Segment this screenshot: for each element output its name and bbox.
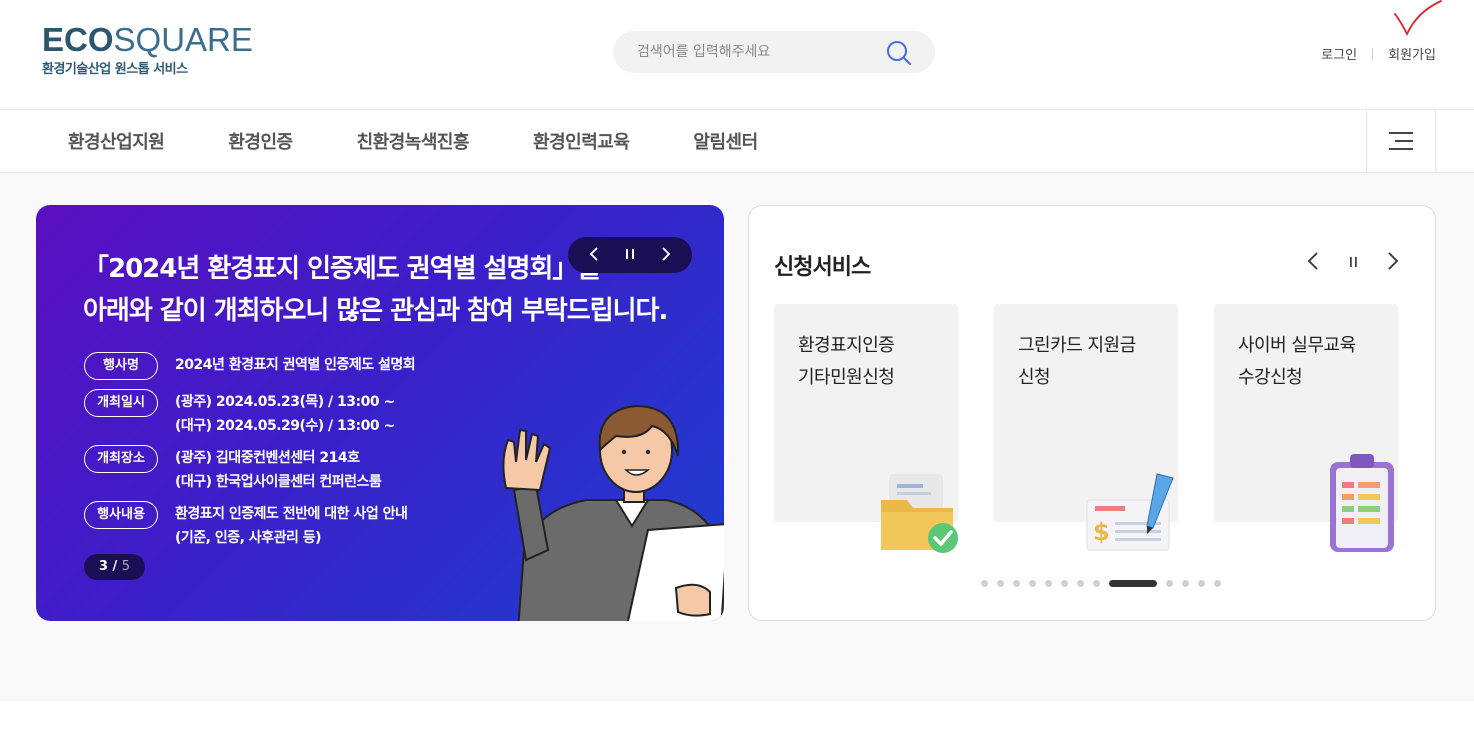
info-row-venue: 개최장소 (광주) 김대중컨벤션센터 214호 (대구) 한국업사이클센터 컨퍼… bbox=[84, 445, 382, 494]
hamburger-icon-bar bbox=[1395, 140, 1413, 142]
main-nav: 환경산업지원 환경인증 친환경녹색진흥 환경인력교육 알림센터 bbox=[0, 110, 1474, 173]
carousel-dot[interactable] bbox=[1093, 580, 1100, 587]
info-row-event-name: 행사명 2024년 환경표지 권역별 인증제도 설명회 bbox=[84, 352, 416, 380]
info-line: 2024년 환경표지 권역별 인증제도 설명회 bbox=[175, 357, 416, 373]
carousel-dot[interactable] bbox=[1029, 580, 1036, 587]
card-title-line: 그린카드 지원금 bbox=[1018, 335, 1136, 356]
pager-current: 3 bbox=[98, 559, 108, 574]
card-title: 그린카드 지원금 신청 bbox=[1018, 330, 1136, 394]
nav-item-green-promotion[interactable]: 친환경녹색진흥 bbox=[357, 128, 470, 154]
banner-title-line2: 아래와 같이 개최하오니 많은 관심과 참여 부탁드립니다. bbox=[83, 296, 668, 326]
check-pen-icon: $ bbox=[1086, 473, 1174, 551]
banner-pager: 3 / 5 bbox=[84, 554, 145, 580]
chevron-right-icon[interactable] bbox=[1373, 252, 1413, 275]
chevron-left-icon[interactable] bbox=[1293, 252, 1333, 275]
info-value: (광주) 2024.05.23(목) / 13:00 ~ (대구) 2024.0… bbox=[175, 390, 395, 438]
info-value: (광주) 김대중컨벤션센터 214호 (대구) 한국업사이클센터 컨퍼런스룸 bbox=[175, 446, 382, 494]
page-bottom bbox=[0, 701, 1474, 738]
application-service-panel: 신청서비스 환경표지인증 기타민원신청 그린카드 지원금 신청 사이버 실무교육… bbox=[748, 205, 1436, 621]
info-line: (광주) 김대중컨벤션센터 214호 bbox=[175, 450, 360, 466]
carousel-dot[interactable] bbox=[1182, 580, 1189, 587]
info-line: (광주) 2024.05.23(목) / 13:00 ~ bbox=[175, 394, 395, 410]
card-title-line: 기타민원신청 bbox=[798, 367, 895, 388]
panel-controls bbox=[1293, 252, 1413, 275]
svg-text:$: $ bbox=[1093, 518, 1110, 546]
carousel-dot[interactable] bbox=[981, 580, 988, 587]
search-bar bbox=[613, 31, 935, 73]
nav-item-industry-support[interactable]: 환경산업지원 bbox=[68, 128, 165, 154]
logo-wordmark: ECOSQUARE bbox=[42, 21, 253, 58]
carousel-dot[interactable] bbox=[1061, 580, 1068, 587]
signup-link[interactable]: 회원가입 bbox=[1388, 44, 1436, 63]
carousel-dots bbox=[981, 580, 1230, 587]
carousel-dot[interactable] bbox=[1109, 580, 1157, 587]
nav-item-certification[interactable]: 환경인증 bbox=[228, 128, 293, 154]
card-title-line: 환경표지인증 bbox=[798, 335, 895, 356]
pager-total: 5 bbox=[121, 559, 131, 574]
label-pill: 행사내용 bbox=[84, 501, 158, 529]
clipboard-icon bbox=[1330, 454, 1394, 552]
hamburger-icon-bar bbox=[1389, 148, 1413, 150]
carousel-dot[interactable] bbox=[1214, 580, 1221, 587]
nav-item-notice-center[interactable]: 알림센터 bbox=[693, 128, 758, 154]
card-title: 사이버 실무교육 수강신청 bbox=[1238, 330, 1356, 394]
hamburger-menu-button[interactable] bbox=[1366, 110, 1436, 172]
folder-check-icon bbox=[881, 474, 958, 553]
card-title-line: 신청 bbox=[1018, 367, 1051, 388]
label-pill: 개최장소 bbox=[84, 445, 158, 473]
divider bbox=[1372, 47, 1374, 60]
info-row-content: 행사내용 환경표지 인증제도 전반에 대한 사업 안내 (기준, 인증, 사후관… bbox=[84, 501, 408, 550]
carousel-dot[interactable] bbox=[1013, 580, 1020, 587]
pager-separator: / bbox=[107, 559, 122, 574]
carousel-dot[interactable] bbox=[1077, 580, 1084, 587]
info-value: 환경표지 인증제도 전반에 대한 사업 안내 (기준, 인증, 사후관리 등) bbox=[175, 502, 408, 550]
info-line: (대구) 2024.05.29(수) / 13:00 ~ bbox=[175, 418, 395, 434]
card-title-line: 수강신청 bbox=[1238, 367, 1303, 388]
label-pill: 개최일시 bbox=[84, 389, 158, 417]
hamburger-icon bbox=[1389, 132, 1413, 134]
info-line: (대구) 한국업사이클센터 컨퍼런스룸 bbox=[175, 474, 382, 490]
logo-subtitle: 환경기술산업 원스톱 서비스 bbox=[42, 62, 188, 77]
carousel-dot[interactable] bbox=[1198, 580, 1205, 587]
search-icon[interactable] bbox=[885, 39, 913, 67]
waving-person-illustration bbox=[502, 404, 724, 621]
info-value: 2024년 환경표지 권역별 인증제도 설명회 bbox=[175, 353, 416, 380]
carousel-dot[interactable] bbox=[997, 580, 1004, 587]
utility-links: 로그인 회원가입 bbox=[1321, 44, 1436, 63]
info-row-date: 개최일시 (광주) 2024.05.23(목) / 13:00 ~ (대구) 2… bbox=[84, 389, 395, 438]
carousel-dot[interactable] bbox=[1045, 580, 1052, 587]
login-link[interactable]: 로그인 bbox=[1321, 44, 1357, 63]
card-title: 환경표지인증 기타민원신청 bbox=[798, 330, 895, 394]
pause-icon[interactable] bbox=[618, 246, 642, 265]
event-banner[interactable]: 「2024년 환경표지 인증제도 권역별 설명회」를 아래와 같이 개최하오니 … bbox=[36, 205, 724, 621]
info-line: (기준, 인증, 사후관리 등) bbox=[175, 530, 321, 546]
label-pill: 행사명 bbox=[84, 352, 158, 380]
nav-item-education[interactable]: 환경인력교육 bbox=[533, 128, 630, 154]
carousel-dot[interactable] bbox=[1166, 580, 1173, 587]
card-title-line: 사이버 실무교육 bbox=[1238, 335, 1356, 356]
banner-title-line1: 「2024년 환경표지 인증제도 권역별 설명회」를 bbox=[83, 254, 601, 284]
checkmark-annotation-icon bbox=[1394, 0, 1442, 37]
banner-controls bbox=[568, 237, 692, 273]
chevron-left-icon[interactable] bbox=[582, 246, 606, 265]
info-line: 환경표지 인증제도 전반에 대한 사업 안내 bbox=[175, 506, 408, 522]
panel-title: 신청서비스 bbox=[774, 255, 871, 280]
header: ECOSQUARE 환경기술산업 원스톱 서비스 로그인 회원가입 bbox=[0, 0, 1474, 110]
search-input[interactable] bbox=[637, 31, 877, 73]
logo[interactable]: ECOSQUARE 환경기술산업 원스톱 서비스 bbox=[42, 21, 253, 78]
pause-icon[interactable] bbox=[1333, 253, 1373, 274]
chevron-right-icon[interactable] bbox=[654, 246, 678, 265]
